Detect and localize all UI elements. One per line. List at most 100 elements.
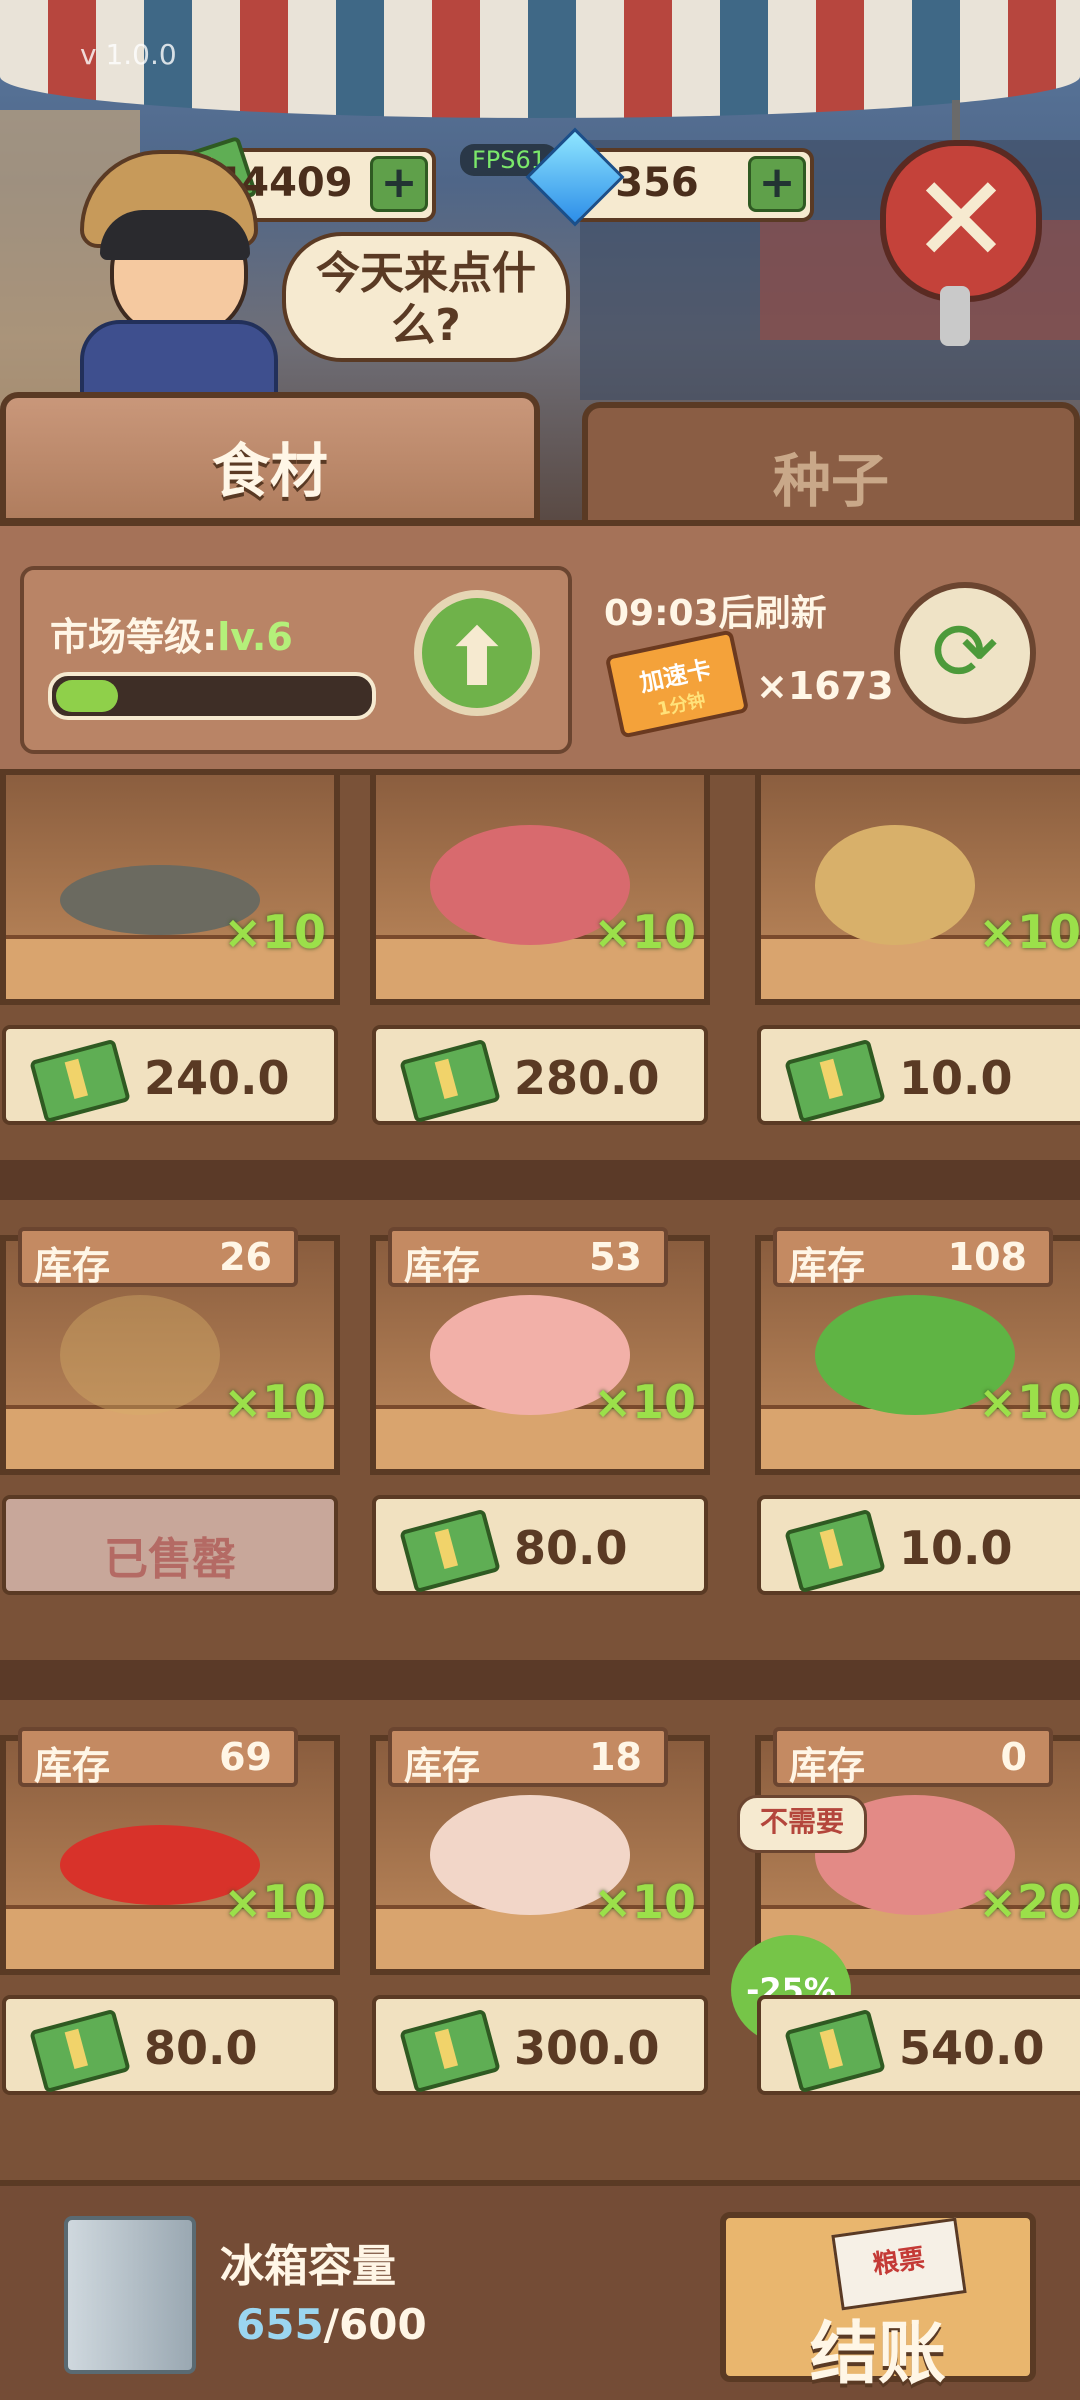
version-label: v 1.0.0 — [80, 38, 177, 71]
money-icon — [399, 2008, 501, 2094]
stock-count: 108 — [947, 1235, 1027, 1279]
money-icon — [399, 1038, 501, 1124]
item-price: 240.0 — [144, 1051, 290, 1105]
diamond-counter: 356 + — [525, 127, 814, 227]
buy-button[interactable]: 540.0 — [757, 1995, 1080, 2095]
shop-item-scallion-ginger-garlic[interactable]: ×10 10.0 — [755, 775, 1080, 1135]
shop-item-scallop[interactable]: 库存 18 ×10 300.0 — [370, 1727, 710, 2105]
tab-ingredients[interactable]: 食材 — [0, 392, 540, 524]
fridge-used: 655 — [236, 2300, 324, 2349]
item-quantity: ×10 — [978, 905, 1080, 959]
shop-item-chili-pepper[interactable]: 库存 69 ×10 80.0 — [0, 1727, 340, 2105]
item-quantity: ×10 — [978, 1375, 1080, 1429]
add-diamond-button[interactable]: + — [748, 156, 806, 212]
shelf-plank — [0, 1160, 1080, 1200]
stock-label: 库存 — [404, 1244, 481, 1288]
stock-tag: 库存 53 — [388, 1227, 668, 1288]
level-label-text: 市场等级: — [50, 615, 218, 659]
money-icon — [784, 2008, 886, 2094]
item-quantity: ×10 — [593, 905, 696, 959]
upgrade-button[interactable]: ⬆ — [414, 590, 540, 716]
item-price: 10.0 — [899, 1051, 1013, 1105]
item-price: 80.0 — [514, 1521, 628, 1575]
buy-button[interactable]: 80.0 — [2, 1995, 338, 2095]
ration-coupon-icon: 粮票 — [831, 2217, 967, 2311]
refresh-timer: 09:03后刷新 — [604, 593, 827, 634]
stock-label: 库存 — [404, 1744, 481, 1788]
scallion-ginger-garlic-icon — [815, 825, 975, 945]
checkout-button[interactable]: 粮票 结账 — [720, 2212, 1036, 2394]
stock-tag: 库存 69 — [18, 1727, 298, 1788]
add-money-button[interactable]: + — [370, 156, 428, 212]
shop-item-scallion-ginger-garlic-sold: 库存 26 ×10 已售罄 — [0, 1227, 340, 1605]
money-icon — [29, 2008, 131, 2094]
item-quantity: ×10 — [223, 1375, 326, 1429]
item-quantity: ×10 — [593, 1375, 696, 1429]
buy-button[interactable]: 280.0 — [372, 1025, 708, 1125]
buy-button[interactable]: 240.0 — [2, 1025, 338, 1125]
buy-button[interactable]: 10.0 — [757, 1025, 1080, 1125]
money-icon — [29, 1038, 131, 1124]
sold-out-label: 已售罄 — [2, 1495, 338, 1595]
stock-label: 库存 — [34, 1244, 111, 1288]
shop-item-meat[interactable]: ×10 280.0 — [370, 775, 710, 1135]
item-price: 280.0 — [514, 1051, 660, 1105]
not-needed-tooltip: 不需要 — [737, 1795, 867, 1853]
shop-item-fish[interactable]: ×10 240.0 — [0, 775, 340, 1135]
scallion-ginger-garlic-icon — [60, 1295, 220, 1415]
shelf-area: ×10 240.0 ×10 280.0 ×10 10.0 库存 26 ×10 已售… — [0, 775, 1080, 2180]
item-quantity: ×20 — [978, 1875, 1080, 1929]
bottom-bar: 冰箱容量 655/600 粮票 结账 — [0, 2180, 1080, 2400]
speed-card-count: ×1673 — [756, 664, 894, 708]
fridge-max: /600 — [323, 2300, 427, 2349]
level-progress-fill — [56, 680, 118, 712]
vendor-avatar — [60, 150, 290, 408]
stock-tag: 库存 108 — [773, 1227, 1053, 1288]
shelf-plank — [0, 1660, 1080, 1700]
refresh-button[interactable]: ⟳ — [894, 582, 1036, 724]
tab-seeds[interactable]: 种子 — [582, 402, 1080, 534]
level-value: lv.6 — [217, 615, 293, 659]
stock-tag: 库存 18 — [388, 1727, 668, 1788]
buy-button[interactable]: 300.0 — [372, 1995, 708, 2095]
sold-out-text: 已售罄 — [104, 1534, 236, 1585]
fridge-capacity-label: 冰箱容量 — [220, 2241, 396, 2292]
stock-count: 53 — [589, 1235, 642, 1279]
shop-item-bok-choy[interactable]: 库存 108 ×10 10.0 — [755, 1227, 1080, 1605]
fridge-icon — [64, 2216, 196, 2374]
refresh-icon: ⟳ — [931, 605, 999, 698]
item-quantity: ×10 — [223, 1875, 326, 1929]
hair-icon — [100, 210, 250, 260]
money-icon — [784, 1038, 886, 1124]
stock-label: 库存 — [789, 1744, 866, 1788]
level-progress-bar — [48, 672, 376, 720]
hanging-string — [952, 100, 960, 144]
money-icon — [399, 1508, 501, 1594]
market-level-label: 市场等级:lv.6 — [50, 606, 293, 661]
item-quantity: ×10 — [223, 905, 326, 959]
close-button[interactable]: ✕ — [880, 140, 1042, 302]
stock-count: 0 — [1000, 1735, 1027, 1779]
shop-item-chicken-leg[interactable]: 库存 53 ×10 80.0 — [370, 1227, 710, 1605]
fridge-capacity-value: 655/600 — [236, 2300, 427, 2349]
stock-count: 18 — [589, 1735, 642, 1779]
speed-card-icon: 加速卡 1分钟 — [604, 629, 750, 739]
stock-label: 库存 — [789, 1244, 866, 1288]
shop-item-offal[interactable]: 库存 0 不需要 ×20 -25% 540.0 — [731, 1727, 1080, 2105]
item-price: 80.0 — [144, 2021, 258, 2075]
market-level-box: 市场等级:lv.6 ⬆ — [20, 566, 572, 754]
item-quantity: ×10 — [593, 1875, 696, 1929]
arrow-up-icon: ⬆ — [443, 611, 511, 704]
buy-button[interactable]: 10.0 — [757, 1495, 1080, 1595]
speech-bubble: 今天来点什么? — [282, 232, 570, 362]
buy-button[interactable]: 80.0 — [372, 1495, 708, 1595]
item-price: 10.0 — [899, 1521, 1013, 1575]
item-price: 300.0 — [514, 2021, 660, 2075]
market-panel: 市场等级:lv.6 ⬆ 09:03后刷新 加速卡 1分钟 ×1673 ⟳ — [0, 520, 1080, 775]
stock-tag: 库存 0 — [773, 1727, 1053, 1788]
stock-label: 库存 — [34, 1744, 111, 1788]
hanging-knot — [940, 286, 970, 346]
checkout-label: 结账 — [809, 2315, 946, 2394]
item-price: 540.0 — [899, 2021, 1045, 2075]
money-icon — [784, 1508, 886, 1594]
